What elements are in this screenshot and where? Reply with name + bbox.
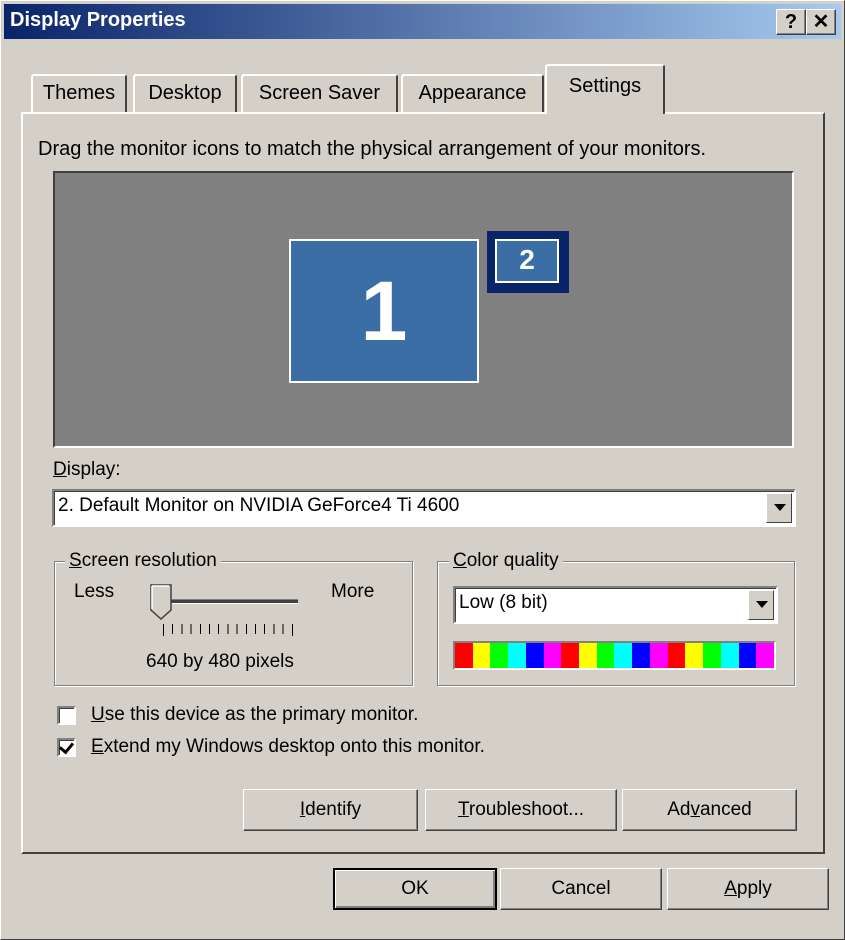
color-swatch bbox=[579, 643, 597, 668]
extend-desktop-checkbox[interactable] bbox=[57, 738, 76, 757]
close-button[interactable]: ✕ bbox=[806, 9, 836, 35]
ok-button[interactable]: OK bbox=[333, 868, 497, 910]
color-swatch bbox=[596, 643, 615, 668]
resolution-less-label: Less bbox=[74, 581, 115, 602]
color-swatch bbox=[455, 643, 473, 668]
color-swatch bbox=[490, 643, 509, 668]
color-swatch bbox=[508, 643, 526, 668]
help-button[interactable]: ? bbox=[776, 9, 806, 35]
troubleshoot-button[interactable]: Troubleshoot... bbox=[425, 789, 617, 831]
resolution-slider-thumb[interactable] bbox=[150, 584, 172, 620]
display-select[interactable]: 2. Default Monitor on NVIDIA GeForce4 Ti… bbox=[52, 489, 796, 527]
color-quality-select[interactable]: Low (8 bit) bbox=[453, 586, 778, 624]
resolution-slider-ticks bbox=[163, 624, 293, 636]
color-swatch bbox=[685, 643, 704, 668]
chevron-down-icon[interactable] bbox=[766, 493, 792, 523]
primary-monitor-checkbox[interactable] bbox=[57, 706, 76, 725]
tab-desktop[interactable]: Desktop bbox=[133, 74, 237, 112]
monitor-2-icon[interactable]: 2 bbox=[487, 231, 569, 293]
display-select-value: 2. Default Monitor on NVIDIA GeForce4 Ti… bbox=[58, 495, 460, 516]
tab-themes[interactable]: Themes bbox=[31, 74, 127, 112]
color-swatch bbox=[756, 643, 774, 668]
color-swatch bbox=[561, 643, 580, 668]
color-quality-preview-bar bbox=[453, 641, 776, 670]
identify-button[interactable]: Identify bbox=[243, 789, 418, 831]
color-swatch bbox=[703, 643, 721, 668]
extend-desktop-label[interactable]: Extend my Windows desktop onto this moni… bbox=[91, 736, 485, 758]
window-title: Display Properties bbox=[10, 9, 186, 31]
color-quality-title: Color quality bbox=[449, 550, 563, 572]
color-swatch bbox=[472, 643, 491, 668]
primary-monitor-label[interactable]: Use this device as the primary monitor. bbox=[91, 704, 418, 726]
chevron-down-icon[interactable] bbox=[748, 590, 774, 620]
color-swatch bbox=[614, 643, 633, 668]
instruction-text: Drag the monitor icons to match the phys… bbox=[38, 138, 707, 160]
screen-resolution-title: Screen resolution bbox=[65, 550, 221, 572]
monitor-2-label: 2 bbox=[495, 239, 559, 283]
tab-screen-saver[interactable]: Screen Saver bbox=[241, 74, 398, 112]
color-quality-value: Low (8 bit) bbox=[459, 592, 548, 613]
display-label: Display: bbox=[53, 459, 121, 480]
resolution-more-label: More bbox=[331, 581, 375, 602]
apply-button[interactable]: Apply bbox=[667, 868, 829, 910]
resolution-slider-track[interactable] bbox=[158, 599, 298, 604]
color-swatch bbox=[720, 643, 739, 668]
title-bar[interactable]: Display Properties ? ✕ bbox=[4, 4, 841, 39]
color-swatch bbox=[543, 643, 562, 668]
color-swatch bbox=[649, 643, 668, 668]
color-swatch bbox=[525, 643, 544, 668]
resolution-value-text: 640 by 480 pixels bbox=[146, 651, 294, 672]
tab-appearance[interactable]: Appearance bbox=[401, 74, 544, 112]
monitor-1-icon[interactable]: 1 bbox=[289, 239, 479, 383]
color-swatch bbox=[632, 643, 650, 668]
cancel-button[interactable]: Cancel bbox=[500, 868, 662, 910]
tab-settings[interactable]: Settings bbox=[545, 64, 665, 114]
advanced-button[interactable]: Advanced bbox=[622, 789, 797, 831]
color-swatch bbox=[738, 643, 757, 668]
color-swatch bbox=[667, 643, 686, 668]
